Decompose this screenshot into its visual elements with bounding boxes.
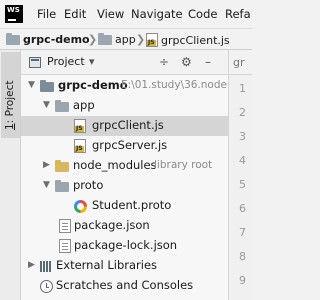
libraries-icon (40, 261, 52, 272)
chevron-right-icon[interactable]: ▶ (28, 260, 35, 270)
tree-label: grpc-demo (58, 78, 128, 92)
tree-label: Student.proto (92, 198, 172, 212)
json-file-icon (59, 239, 71, 253)
line-number: 7 (239, 226, 246, 239)
hide-panel-icon[interactable]: – (205, 55, 211, 69)
breadcrumb-file[interactable]: grpcClient.js (146, 33, 230, 47)
menu-refactor[interactable]: Refa (225, 7, 251, 21)
project-view-title[interactable]: Project (47, 55, 85, 68)
tree-label: grpcClient.js (92, 118, 164, 132)
breadcrumb-separator: ❯ (88, 33, 98, 46)
tree-label: app (73, 98, 95, 112)
tree-label: node_modules (73, 158, 157, 172)
tree-row-external-libraries[interactable]: ▶ External Libraries (21, 256, 228, 276)
tree-row-student-proto[interactable]: Student.proto (21, 196, 228, 216)
folder-icon (55, 180, 69, 192)
webstorm-logo-icon: WS (5, 5, 23, 23)
tree-row-package-json[interactable]: package.json (21, 216, 228, 236)
tree-label: package.json (74, 218, 150, 232)
proto-file-icon (74, 200, 87, 213)
tree-label: grpcServer.js (92, 138, 168, 152)
chevron-right-icon[interactable]: ▶ (43, 160, 50, 170)
folder-icon (40, 80, 54, 92)
breadcrumb-project[interactable]: grpc-demo (6, 32, 90, 46)
library-folder-icon (55, 160, 69, 172)
project-panel-header: Project ▾ ÷ ⚙ – (21, 50, 228, 75)
collapse-all-icon[interactable]: ÷ (159, 55, 169, 69)
tree-row-package-lock-json[interactable]: package-lock.json (21, 236, 228, 256)
tree-row-grpcserver[interactable]: grpcServer.js (21, 136, 228, 156)
line-number: 4 (239, 154, 246, 167)
folder-icon (55, 100, 69, 112)
folder-icon (6, 32, 20, 45)
project-tool-button[interactable]: 1: Project (1, 52, 20, 138)
gear-icon[interactable]: ⚙ (181, 55, 192, 69)
line-number: 9 (239, 274, 246, 287)
tree-row-grpcclient[interactable]: grpcClient.js (21, 116, 228, 136)
menu-navigate[interactable]: Navigate (131, 7, 183, 21)
tool-window-strip: 1: Project (0, 50, 21, 300)
line-number: 2 (239, 106, 246, 119)
menu-code[interactable]: Code (188, 7, 217, 21)
line-number: 5 (239, 178, 246, 191)
folder-icon (98, 32, 112, 45)
project-tool-label: 1: Project (4, 80, 16, 131)
menu-edit[interactable]: Edit (64, 7, 86, 21)
tree-row-scratches[interactable]: Scratches and Consoles (21, 276, 228, 296)
editor-tab[interactable]: gr (228, 50, 252, 75)
js-file-icon (74, 119, 86, 133)
editor-gutter: 1 2 3 4 5 6 7 8 9 (228, 75, 252, 300)
project-panel: Project ▾ ÷ ⚙ – ▼ grpc-demo E:\01.study\… (21, 50, 228, 300)
line-number: 6 (239, 202, 246, 215)
tree-row-grpc-demo[interactable]: ▼ grpc-demo E:\01.study\36.node (21, 76, 228, 96)
js-file-icon (74, 139, 86, 153)
view-dropdown-icon[interactable]: ▾ (89, 55, 95, 68)
breadcrumb: grpc-demo ❯ app ❯ grpcClient.js (0, 28, 252, 50)
tree-row-app[interactable]: ▼ app (21, 96, 228, 116)
scratches-icon (40, 280, 53, 293)
line-number: 1 (239, 82, 246, 95)
menu-bar: WS File Edit View Navigate Code Refa (0, 0, 252, 28)
breadcrumb-app[interactable]: app (98, 32, 136, 46)
tree-label: package-lock.json (74, 238, 178, 252)
line-number: 8 (239, 250, 246, 263)
menu-file[interactable]: File (37, 7, 56, 21)
chevron-down-icon[interactable]: ▼ (43, 100, 50, 110)
chevron-down-icon[interactable]: ▼ (43, 180, 50, 190)
line-number: 3 (239, 130, 246, 143)
js-file-icon (146, 33, 158, 47)
library-root-note: library root (154, 159, 213, 171)
tree-row-node-modules[interactable]: ▶ node_modules library root (21, 156, 228, 176)
editor-tab-label: gr (233, 56, 245, 69)
tree-label: External Libraries (56, 258, 158, 272)
chevron-down-icon[interactable]: ▼ (28, 80, 35, 90)
tree-row-proto[interactable]: ▼ proto (21, 176, 228, 196)
json-file-icon (59, 219, 71, 233)
project-view-icon (29, 57, 41, 68)
tree-label: proto (73, 178, 104, 192)
tree-label: Scratches and Consoles (56, 278, 194, 292)
tree-path: E:\01.study\36.node (121, 79, 227, 91)
breadcrumb-separator: ❯ (136, 33, 146, 46)
menu-view[interactable]: View (97, 7, 124, 21)
